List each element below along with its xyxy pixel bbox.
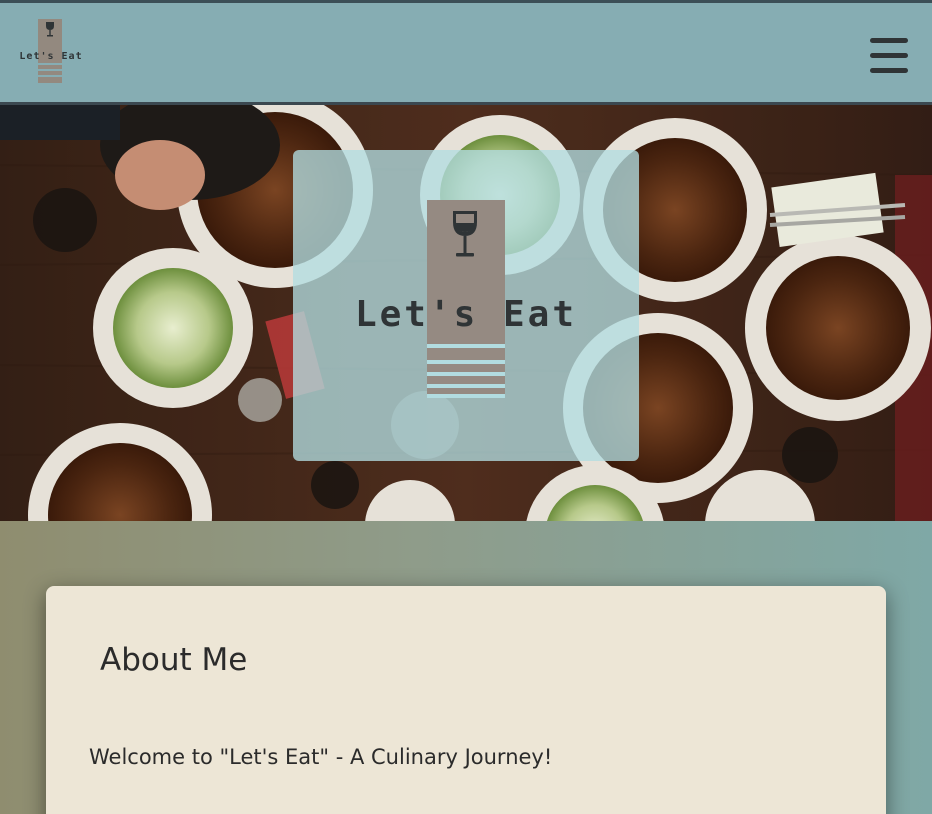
wine-glass-icon <box>46 22 54 37</box>
about-section: About Me Welcome to "Let's Eat" - A Culi… <box>46 586 886 814</box>
about-title: About Me <box>100 642 248 678</box>
about-subtitle: Welcome to "Let's Eat" - A Culinary Jour… <box>89 745 553 769</box>
hero-logo-card: Let's Eat <box>293 150 639 461</box>
wine-glass-icon <box>453 211 477 257</box>
site-logo[interactable]: Let's Eat <box>18 19 84 85</box>
logo-text: Let's Eat <box>19 51 83 62</box>
hero-banner: Let's Eat <box>0 105 932 521</box>
hamburger-menu-icon[interactable] <box>866 36 912 76</box>
site-header: Let's Eat <box>0 0 932 105</box>
hero-title: Let's Eat <box>354 294 578 335</box>
